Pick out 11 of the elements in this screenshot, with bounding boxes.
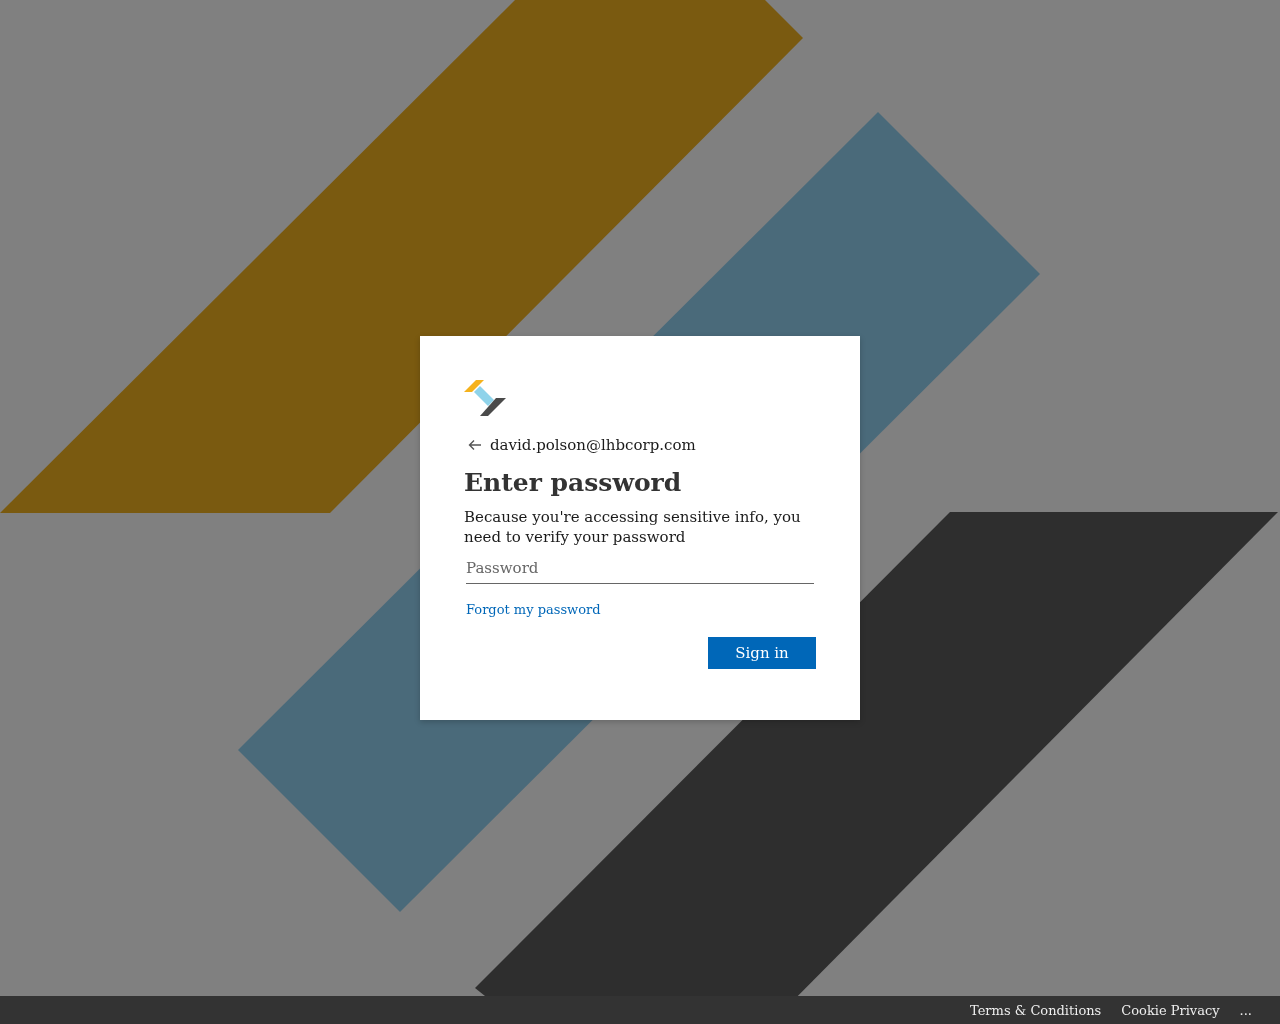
page-title: Enter password (464, 468, 683, 497)
account-email: david.polson@lhbcorp.com (490, 436, 696, 454)
footer-link[interactable]: ... (1239, 1002, 1252, 1018)
footer-link[interactable]: Terms & Conditions (970, 1002, 1102, 1018)
sign-in-button[interactable]: Sign in (708, 637, 816, 669)
logo-icon (464, 380, 506, 416)
back-button[interactable] (468, 439, 482, 451)
forgot-password-link[interactable]: Forgot my password (466, 602, 601, 617)
description-text: Because you're accessing sensitive info, you need to verify your password (464, 507, 802, 547)
back-arrow-icon (468, 439, 482, 451)
footer-link[interactable]: Cookie Privacy (1121, 1002, 1220, 1018)
